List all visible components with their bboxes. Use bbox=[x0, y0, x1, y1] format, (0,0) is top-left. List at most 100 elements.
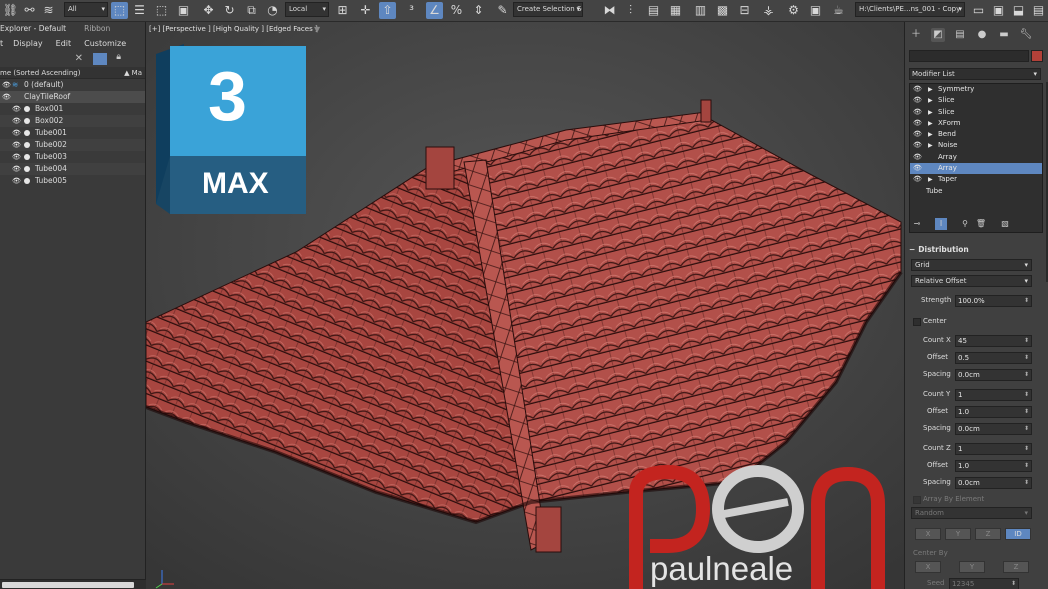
dope-sheet-icon[interactable]: ▩ bbox=[714, 2, 731, 19]
expand-arrow-icon[interactable]: ▶ bbox=[928, 107, 933, 118]
utilities-tab-icon[interactable]: 🔧︎ bbox=[1019, 28, 1033, 42]
angle-snap-icon[interactable]: ∠ bbox=[426, 2, 443, 19]
spacing-x-spinner[interactable]: 0.0cm bbox=[955, 369, 1032, 381]
named-selection-dropdown[interactable]: Create Selection Se bbox=[513, 2, 583, 17]
select-region-icon[interactable]: ⬚ bbox=[153, 2, 170, 19]
toggle-ribbon-icon[interactable]: ▦ bbox=[667, 2, 684, 19]
axis-z-button[interactable]: Z bbox=[975, 528, 1001, 540]
explorer-horizontal-scrollbar[interactable] bbox=[0, 579, 146, 589]
clear-search-icon[interactable]: ✕ bbox=[75, 53, 83, 64]
tree-row[interactable]: 👁︎ Tube003 bbox=[0, 151, 145, 163]
axis-y-button[interactable]: Y bbox=[945, 528, 971, 540]
scrollbar-thumb[interactable] bbox=[2, 582, 134, 588]
modifier-toggle-icon[interactable]: 👁︎ bbox=[913, 129, 922, 140]
create-tab-icon[interactable]: ＋ bbox=[909, 28, 923, 42]
spinner-snap-icon[interactable]: ⇕ bbox=[470, 2, 487, 19]
ribbon-tab[interactable]: Ribbon bbox=[84, 24, 110, 33]
pivot-center-icon[interactable]: ⊞ bbox=[334, 2, 351, 19]
expand-arrow-icon[interactable]: ▶ bbox=[928, 84, 933, 95]
show-end-result-icon[interactable]: Ⅰ bbox=[935, 218, 947, 230]
stack-item[interactable]: 👁︎ ▶ XForm bbox=[910, 118, 1042, 129]
stack-base-object[interactable]: Tube bbox=[910, 186, 1042, 197]
project-path-dropdown[interactable]: H:\Clients\PE...ns_001 - Copy bbox=[855, 2, 965, 17]
expand-arrow-icon[interactable]: ▶ bbox=[928, 118, 933, 129]
stack-item-selected[interactable]: 👁︎ Array bbox=[910, 163, 1042, 175]
render-setup-icon[interactable]: ⚙ bbox=[785, 2, 802, 19]
spacing-y-spinner[interactable]: 0.0cm bbox=[955, 423, 1032, 435]
modifier-toggle-icon[interactable]: 👁︎ bbox=[913, 152, 922, 163]
expand-arrow-icon[interactable]: ▶ bbox=[928, 95, 933, 106]
stack-item[interactable]: 👁︎ ▶ Symmetry bbox=[910, 84, 1042, 95]
strength-spinner[interactable]: 100.0% bbox=[955, 295, 1032, 307]
offset-x-spinner[interactable]: 0.5 bbox=[955, 352, 1032, 364]
viewport-filter-icon[interactable]: ▼ bbox=[314, 25, 320, 34]
tree-row[interactable]: 👁︎ Box001 bbox=[0, 103, 145, 115]
tree-row[interactable]: 👁︎ Tube004 bbox=[0, 163, 145, 175]
expand-arrow-icon[interactable]: ▶ bbox=[928, 174, 933, 185]
window-crossing-icon[interactable]: ▣ bbox=[175, 2, 192, 19]
select-manipulate-icon[interactable]: ✛ bbox=[357, 2, 374, 19]
count-x-spinner[interactable]: 45 bbox=[955, 335, 1032, 347]
select-and-link-icon[interactable]: ⛓ bbox=[2, 2, 19, 19]
center-checkbox[interactable] bbox=[913, 318, 921, 326]
visibility-eye-icon[interactable]: 👁︎ bbox=[12, 127, 21, 139]
menu-edit[interactable]: Edit bbox=[56, 39, 72, 48]
stack-item[interactable]: 👁︎ ▶ Bend bbox=[910, 129, 1042, 140]
select-object-icon[interactable]: ⬚ bbox=[111, 2, 128, 19]
seed-spinner[interactable]: 12345 bbox=[949, 578, 1019, 589]
pin-stack-icon[interactable]: ⊸ bbox=[911, 218, 923, 230]
modify-tab-icon[interactable]: ◩ bbox=[931, 28, 945, 42]
visibility-eye-icon[interactable]: 👁︎ bbox=[12, 139, 21, 151]
array-by-element-checkbox[interactable] bbox=[913, 496, 921, 504]
save-icon[interactable]: ▣ bbox=[990, 2, 1007, 19]
modifier-toggle-icon[interactable]: 👁︎ bbox=[913, 107, 922, 118]
modifier-toggle-icon[interactable]: 👁︎ bbox=[913, 163, 922, 174]
percent-snap-icon[interactable]: % bbox=[448, 2, 465, 19]
layer-explorer-icon[interactable]: ▤ bbox=[645, 2, 662, 19]
center-by-x-button[interactable]: X bbox=[915, 561, 941, 573]
explorer-title[interactable]: Explorer - Default bbox=[0, 24, 66, 33]
place-icon[interactable]: ◔ bbox=[264, 2, 281, 19]
material-editor-icon[interactable]: ⚶ bbox=[760, 2, 777, 19]
random-dropdown[interactable]: Random bbox=[911, 507, 1032, 519]
modifier-toggle-icon[interactable]: 👁︎ bbox=[913, 84, 922, 95]
offset-y-spinner[interactable]: 1.0 bbox=[955, 406, 1032, 418]
bind-spacewarp-icon[interactable]: ≋ bbox=[40, 2, 57, 19]
workspace-icon[interactable]: ▤ bbox=[1030, 2, 1047, 19]
stack-item[interactable]: 👁︎ Array bbox=[910, 152, 1042, 163]
configure-sets-icon[interactable]: ▧ bbox=[999, 218, 1011, 230]
expand-arrow-icon[interactable]: ▶ bbox=[928, 140, 933, 151]
explorer-column-header[interactable]: me (Sorted Ascending) ▲ Ma bbox=[0, 67, 145, 79]
offset-mode-dropdown[interactable]: Relative Offset bbox=[911, 275, 1032, 287]
visibility-eye-icon[interactable]: 👁︎ bbox=[12, 115, 21, 127]
render-icon[interactable]: ☕ bbox=[830, 2, 847, 19]
mirror-icon[interactable]: ⧓ bbox=[601, 2, 618, 19]
axis-id-button[interactable]: ID bbox=[1005, 528, 1031, 540]
snaps-icon[interactable]: ³ bbox=[403, 2, 420, 19]
viewport-label[interactable]: [+] [Perspective ] [High Quality ] [Edge… bbox=[149, 25, 318, 33]
name-column-header[interactable]: me (Sorted Ascending) bbox=[0, 69, 80, 77]
select-by-name-icon[interactable]: ☰ bbox=[131, 2, 148, 19]
tree-row[interactable]: 👁︎ Tube001 bbox=[0, 127, 145, 139]
visibility-eye-icon[interactable]: 👁︎ bbox=[12, 151, 21, 163]
menu-select[interactable]: t bbox=[0, 39, 3, 48]
distribution-mode-dropdown[interactable]: Grid bbox=[911, 259, 1032, 271]
visibility-eye-icon[interactable]: 👁︎ bbox=[2, 79, 11, 91]
object-color-swatch[interactable] bbox=[1031, 50, 1043, 62]
explorer-search-bar[interactable]: ✕ 🔒︎ bbox=[0, 52, 145, 67]
align-icon[interactable]: ⫶ bbox=[622, 2, 639, 19]
object-name-field[interactable] bbox=[909, 50, 1029, 62]
stack-item[interactable]: 👁︎ ▶ Slice bbox=[910, 95, 1042, 106]
stack-item[interactable]: 👁︎ ▶ Noise bbox=[910, 140, 1042, 151]
move-icon[interactable]: ✥ bbox=[200, 2, 217, 19]
tree-row[interactable]: 👁︎ ClayTileRoof bbox=[0, 91, 145, 103]
spacing-z-spinner[interactable]: 0.0cm bbox=[955, 477, 1032, 489]
lock-icon[interactable]: 🔒︎ bbox=[116, 52, 121, 62]
modifier-toggle-icon[interactable]: 👁︎ bbox=[913, 118, 922, 129]
filter-icon[interactable] bbox=[93, 53, 107, 65]
reference-coord-dropdown[interactable]: Local bbox=[285, 2, 329, 17]
visibility-eye-icon[interactable]: 👁︎ bbox=[12, 103, 21, 115]
menu-display[interactable]: Display bbox=[13, 39, 43, 48]
remove-modifier-icon[interactable]: 🗑︎ bbox=[975, 218, 987, 230]
tree-row[interactable]: 👁︎ ≋ 0 (default) bbox=[0, 79, 145, 91]
